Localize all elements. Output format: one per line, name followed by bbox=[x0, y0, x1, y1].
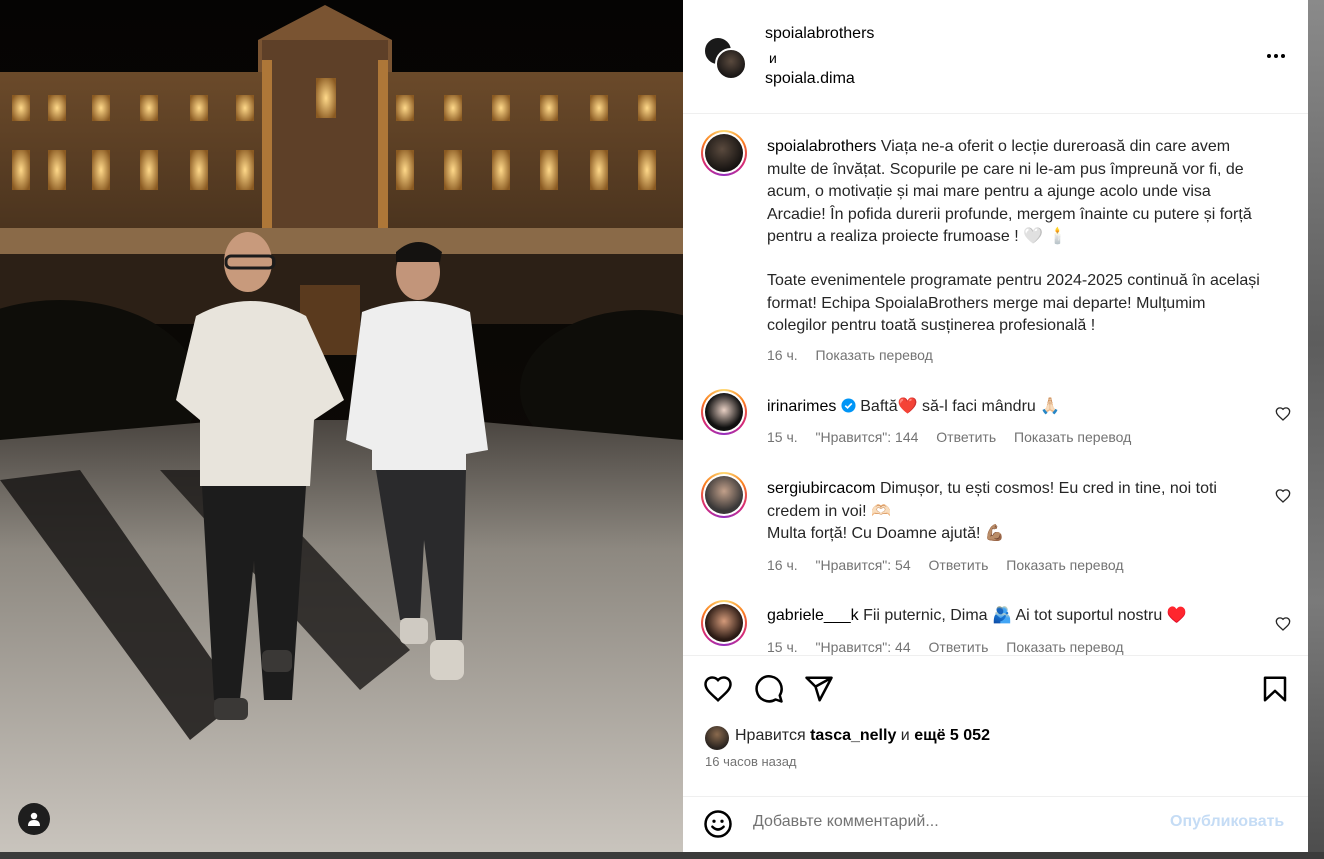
author-and: и bbox=[769, 50, 777, 66]
translate-button[interactable]: Показать перевод bbox=[1006, 639, 1123, 655]
heart-icon[interactable] bbox=[1275, 406, 1291, 422]
comment-likes[interactable]: "Нравится": 44 bbox=[816, 639, 911, 655]
post-photo[interactable] bbox=[0, 0, 683, 852]
comment-username[interactable]: sergiubircacom bbox=[767, 480, 875, 497]
profile-icon[interactable] bbox=[18, 803, 50, 835]
avatar[interactable] bbox=[701, 389, 747, 435]
comments-list[interactable]: spoialabrothers Viața ne-a oferit o lecț… bbox=[683, 114, 1308, 655]
comment-meta: 15 ч. "Нравится": 144 Ответить Показать … bbox=[767, 429, 1145, 445]
likes-prefix: Нравится bbox=[735, 727, 806, 744]
comment-time[interactable]: 15 ч. bbox=[767, 429, 798, 445]
comment-time[interactable]: 15 ч. bbox=[767, 639, 798, 655]
avatar[interactable] bbox=[701, 472, 747, 518]
reply-button[interactable]: Ответить bbox=[936, 429, 996, 445]
comment-icon[interactable] bbox=[754, 674, 784, 704]
post-time[interactable]: 16 часов назад bbox=[705, 754, 797, 769]
heart-icon[interactable] bbox=[1275, 616, 1291, 632]
caption-time[interactable]: 16 ч. bbox=[767, 347, 798, 363]
more-icon[interactable] bbox=[1261, 46, 1291, 66]
likes-count[interactable]: ещё 5 052 bbox=[914, 727, 990, 744]
likes-mid: и bbox=[900, 727, 910, 744]
verified-icon bbox=[841, 398, 856, 413]
avatar[interactable] bbox=[715, 48, 747, 80]
comment: irinarimes Baftă❤️ să-l faci mândru 🙏🏻 bbox=[767, 396, 1267, 419]
heart-icon[interactable] bbox=[1275, 488, 1291, 504]
background-page-strip bbox=[1308, 0, 1324, 859]
avatar[interactable] bbox=[701, 130, 747, 176]
caption-text: Toate evenimentele programate pentru 202… bbox=[767, 272, 1260, 334]
caption: spoialabrothers Viața ne-a oferit o lecț… bbox=[767, 136, 1267, 249]
comment-text: Fii puternic, Dima 🫂 Ai tot suportul nos… bbox=[863, 607, 1187, 624]
caption-meta: 16 ч. Показать перевод bbox=[767, 347, 947, 363]
bookmark-icon[interactable] bbox=[1260, 674, 1290, 704]
comment-meta: 15 ч. "Нравится": 44 Ответить Показать п… bbox=[767, 639, 1138, 655]
comment-text: Baftă❤️ să-l faci mândru 🙏🏻 bbox=[860, 398, 1061, 415]
translate-button[interactable]: Показать перевод bbox=[1006, 557, 1123, 573]
post-header: spoialabrothers и spoiala.dima bbox=[683, 0, 1308, 114]
post-actions: Нравится tasca_nelly и ещё 5 052 16 часо… bbox=[683, 656, 1308, 796]
reply-button[interactable]: Ответить bbox=[929, 557, 989, 573]
comment-text: Multa forță! Cu Doamne ajută! 💪🏽 bbox=[767, 525, 1005, 542]
comment-username[interactable]: gabriele___k bbox=[767, 607, 859, 624]
translate-button[interactable]: Показать перевод bbox=[1014, 429, 1131, 445]
avatar[interactable] bbox=[701, 600, 747, 646]
comment-composer: Добавьте комментарий... Опубликовать bbox=[683, 796, 1308, 852]
comment-likes[interactable]: "Нравится": 144 bbox=[816, 429, 919, 445]
comment-likes[interactable]: "Нравится": 54 bbox=[816, 557, 911, 573]
comment-meta: 16 ч. "Нравится": 54 Ответить Показать п… bbox=[767, 557, 1138, 573]
comment: gabriele___k Fii puternic, Dima 🫂 Ai tot… bbox=[767, 605, 1267, 628]
author-avatars[interactable] bbox=[703, 36, 749, 82]
heart-icon[interactable] bbox=[703, 674, 733, 704]
background-page-bottom bbox=[0, 852, 1324, 859]
reply-button[interactable]: Ответить bbox=[929, 639, 989, 655]
avatar[interactable] bbox=[705, 726, 729, 750]
comment-time[interactable]: 16 ч. bbox=[767, 557, 798, 573]
comment-username[interactable]: irinarimes bbox=[767, 398, 836, 415]
author-link[interactable]: spoiala.dima bbox=[765, 70, 855, 88]
post-panel: spoialabrothers и spoiala.dima spoialabr… bbox=[683, 0, 1308, 852]
comment: sergiubircacom Dimușor, tu ești cosmos! … bbox=[767, 478, 1247, 523]
emoji-icon[interactable] bbox=[703, 809, 733, 839]
translate-button[interactable]: Показать перевод bbox=[816, 347, 933, 363]
liker-username[interactable]: tasca_nelly bbox=[810, 727, 896, 744]
comment-input[interactable]: Добавьте комментарий... bbox=[753, 813, 939, 831]
share-icon[interactable] bbox=[804, 674, 834, 704]
author-link[interactable]: spoialabrothers bbox=[765, 25, 874, 43]
likes-summary[interactable]: Нравится tasca_nelly и ещё 5 052 bbox=[735, 727, 990, 745]
caption-username[interactable]: spoialabrothers bbox=[767, 138, 876, 155]
publish-button[interactable]: Опубликовать bbox=[1170, 813, 1284, 831]
